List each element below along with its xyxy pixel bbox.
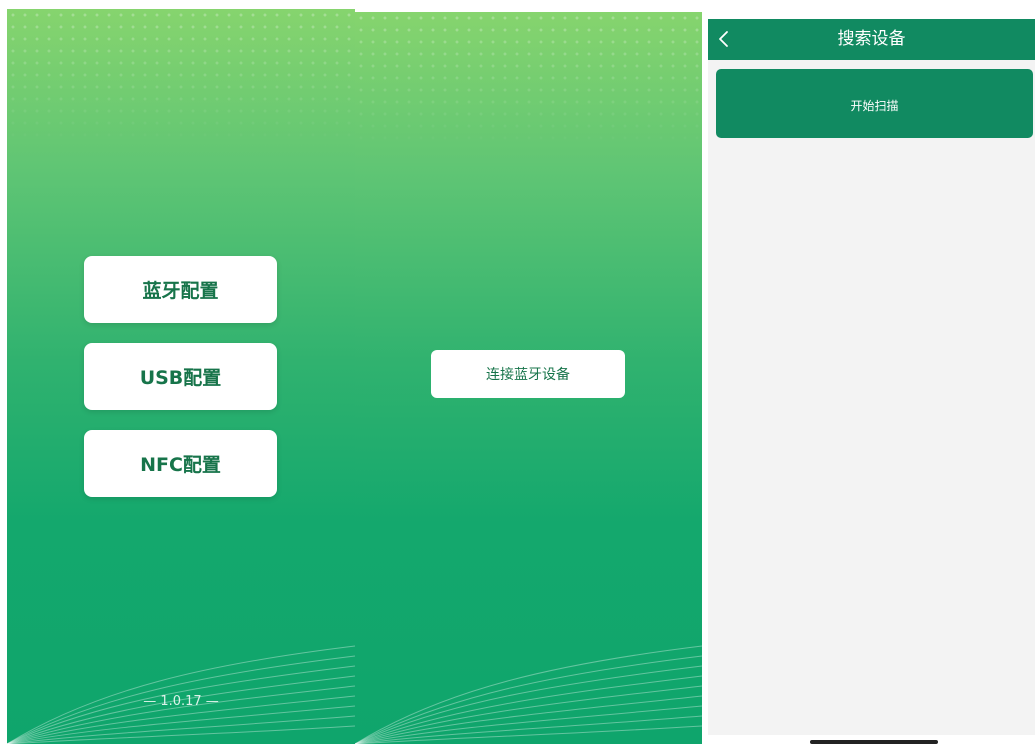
bluetooth-connect-screen: 连接蓝牙设备 (355, 12, 702, 744)
nfc-config-button[interactable]: NFC配置 (84, 430, 277, 497)
wave-lines-decoration (7, 645, 355, 744)
dot-pattern-decoration (355, 12, 702, 152)
home-indicator-bar[interactable] (810, 740, 938, 744)
config-menu-screen: 蓝牙配置 USB配置 NFC配置 — 1.0.17 — (7, 9, 355, 744)
bluetooth-config-button[interactable]: 蓝牙配置 (84, 256, 277, 323)
page-title: 搜索设备 (837, 29, 906, 49)
connect-bluetooth-button[interactable]: 连接蓝牙设备 (431, 350, 625, 398)
app-version-label: — 1.0.17 — (143, 694, 219, 709)
top-app-bar: 搜索设备 (708, 19, 1035, 60)
usb-config-button[interactable]: USB配置 (84, 343, 277, 410)
search-device-screen: 搜索设备 开始扫描 (708, 19, 1035, 735)
wave-lines-decoration (355, 645, 702, 744)
start-scan-button[interactable]: 开始扫描 (716, 69, 1033, 138)
dot-pattern-decoration (7, 9, 355, 149)
